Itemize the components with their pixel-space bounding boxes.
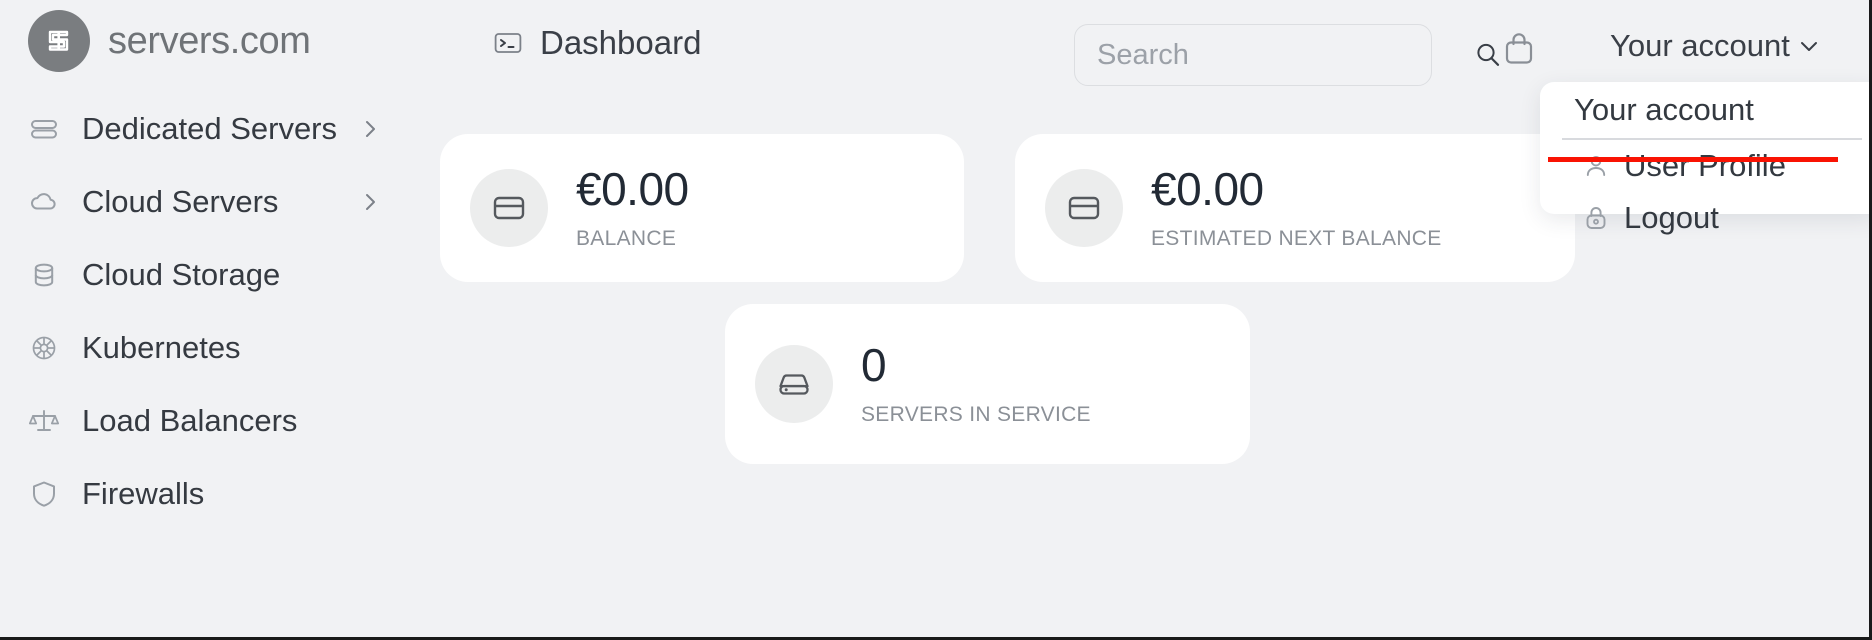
cart-button[interactable] <box>1498 28 1540 74</box>
sidebar-item-label: Kubernetes <box>82 330 241 365</box>
stat-label: BALANCE <box>576 227 677 251</box>
sidebar-item-dedicated-servers[interactable]: Dedicated Servers <box>28 100 398 158</box>
database-icon <box>28 259 60 291</box>
user-profile-highlight-underline <box>1548 157 1838 162</box>
stat-card-estimated-next-balance[interactable]: €0.00 ESTIMATED NEXT BALANCE <box>1015 134 1575 282</box>
breadcrumb: Dashboard <box>494 24 701 62</box>
sidebar-item-load-balancers[interactable]: Load Balancers <box>28 392 398 450</box>
cloud-icon <box>28 186 60 218</box>
servers-s-logo-icon <box>28 10 90 72</box>
shield-icon <box>28 478 60 510</box>
stat-label: ESTIMATED NEXT BALANCE <box>1151 227 1442 251</box>
shopping-bag-icon <box>1502 30 1536 73</box>
account-menu-label: Your account <box>1610 28 1790 63</box>
sidebar-item-kubernetes[interactable]: Kubernetes <box>28 319 398 377</box>
page-title: Dashboard <box>540 24 702 61</box>
credit-card-icon <box>470 169 548 247</box>
stat-card-balance[interactable]: €0.00 BALANCE <box>440 134 964 282</box>
stat-value: €0.00 <box>1151 162 1264 215</box>
dropdown-title: Your account <box>1574 92 1754 127</box>
account-dropdown-menu: Your account User Profile Logout <box>1540 82 1869 235</box>
sidebar-item-label: Firewalls <box>82 476 205 511</box>
credit-card-icon <box>1045 169 1123 247</box>
sidebar-item-label: Cloud Storage <box>82 257 281 292</box>
chevron-down-icon <box>1798 35 1820 57</box>
search-input[interactable] <box>1097 38 1474 72</box>
app-window: servers.com Dashboard Search Your accoun… <box>0 0 1872 640</box>
sidebar-item-cloud-servers[interactable]: Cloud Servers <box>28 173 398 231</box>
server-drive-icon <box>755 345 833 423</box>
brand-logo-link[interactable]: servers.com <box>28 10 311 72</box>
lock-icon <box>1582 204 1610 232</box>
sidebar-item-firewalls[interactable]: Firewalls <box>28 465 398 523</box>
terminal-icon <box>494 29 522 57</box>
chevron-right-icon <box>360 119 380 139</box>
brand-name: servers.com <box>108 19 311 62</box>
menu-item-label: User Profile <box>1624 147 1786 183</box>
sidebar: Dedicated Servers Cloud Servers Cloud St… <box>0 96 430 637</box>
stacked-servers-icon <box>28 113 60 145</box>
account-menu-button[interactable]: Your account <box>1610 28 1820 64</box>
user-icon <box>1582 152 1610 180</box>
sidebar-item-label: Cloud Servers <box>82 184 279 219</box>
balance-scale-icon <box>28 405 60 437</box>
sidebar-item-label: Load Balancers <box>82 403 298 438</box>
menu-item-logout[interactable]: Logout <box>1540 192 1869 244</box>
chevron-right-icon <box>360 192 380 212</box>
ship-wheel-icon <box>28 332 60 364</box>
stat-card-servers-in-service[interactable]: 0 SERVERS IN SERVICE <box>725 304 1250 464</box>
stat-value: 0 <box>861 338 887 391</box>
sidebar-item-label: Dedicated Servers <box>82 111 338 146</box>
search-box[interactable] <box>1074 24 1500 86</box>
stat-label: SERVERS IN SERVICE <box>861 403 1091 427</box>
menu-item-user-profile[interactable]: User Profile <box>1540 140 1869 192</box>
stat-value: €0.00 <box>576 162 689 215</box>
sidebar-item-cloud-storage[interactable]: Cloud Storage <box>28 246 398 304</box>
menu-item-label: Logout <box>1624 199 1719 235</box>
